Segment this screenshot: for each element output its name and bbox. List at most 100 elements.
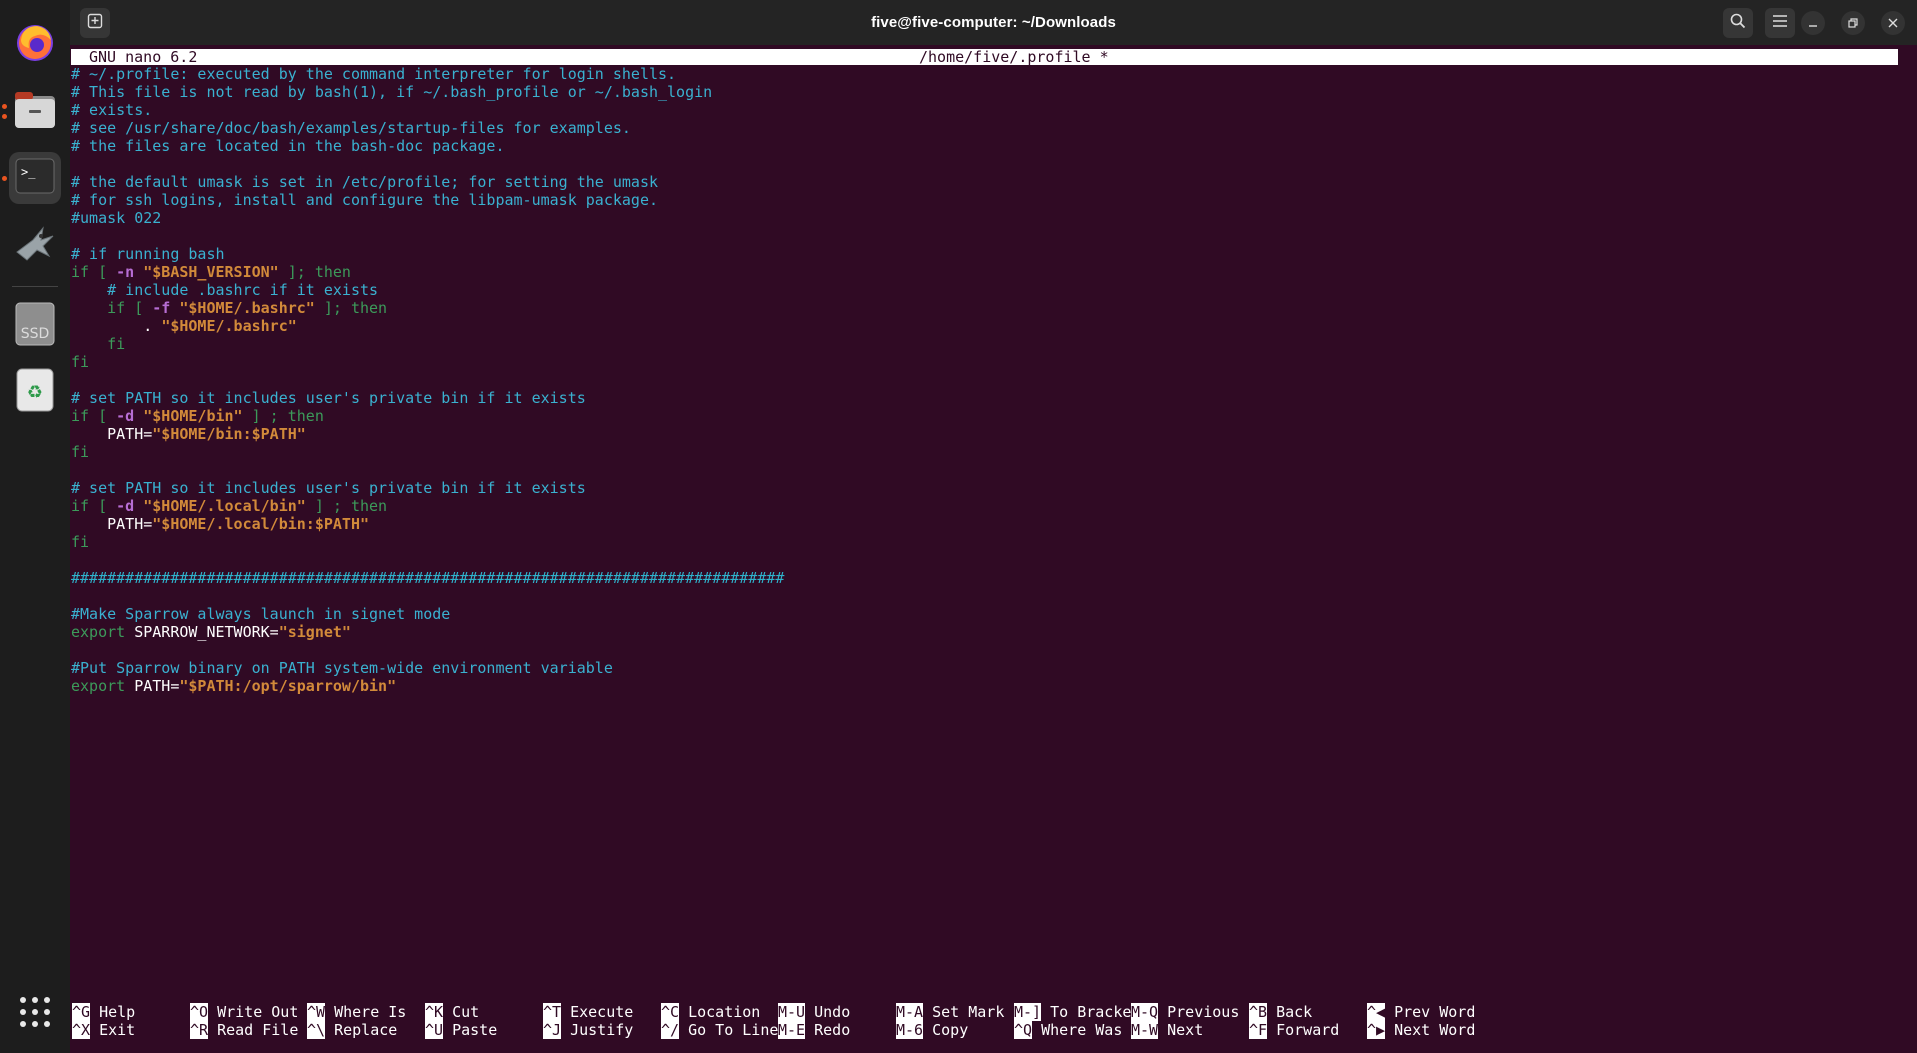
shortcut-label: Exit bbox=[90, 1021, 136, 1039]
editor-line[interactable] bbox=[71, 587, 784, 605]
editor-line[interactable]: # see /usr/share/doc/bash/examples/start… bbox=[71, 119, 784, 137]
shortcut-key: ^J bbox=[543, 1021, 562, 1039]
menu-button[interactable] bbox=[1765, 8, 1795, 38]
shortcut-label: Write Out bbox=[208, 1003, 299, 1021]
editor-line[interactable]: if [ -f "$HOME/.bashrc" ]; then bbox=[71, 299, 784, 317]
editor-line[interactable]: #umask 022 bbox=[71, 209, 784, 227]
shortcut-label: To Bracket bbox=[1041, 1003, 1141, 1021]
editor-line[interactable]: #Put Sparrow binary on PATH system-wide … bbox=[71, 659, 784, 677]
sparrow-launcher[interactable] bbox=[9, 220, 61, 272]
shortcut-redo: M-E Redo bbox=[778, 1021, 850, 1039]
editor-line[interactable]: # This file is not read by bash(1), if ~… bbox=[71, 83, 784, 101]
editor-line[interactable]: # set PATH so it includes user's private… bbox=[71, 389, 784, 407]
editor-line[interactable] bbox=[71, 641, 784, 659]
editor-buffer[interactable]: # ~/.profile: executed by the command in… bbox=[71, 65, 784, 695]
editor-line[interactable]: # the files are located in the bash-doc … bbox=[71, 137, 784, 155]
code-token: fi bbox=[71, 353, 90, 371]
code-token: fi bbox=[71, 335, 126, 353]
show-apps-button[interactable] bbox=[9, 988, 61, 1040]
shortcut-next: M-W Next bbox=[1131, 1021, 1203, 1039]
shortcut-label: Copy bbox=[923, 1021, 969, 1039]
search-button[interactable] bbox=[1723, 8, 1753, 38]
shortcut-prev-word: ^◀ Prev Word bbox=[1367, 1003, 1475, 1021]
terminal-area[interactable]: GNU nano 6.2 /home/five/.profile * # ~/.… bbox=[70, 45, 1917, 1053]
editor-line[interactable]: fi bbox=[71, 335, 784, 353]
editor-line[interactable]: #Make Sparrow always launch in signet mo… bbox=[71, 605, 784, 623]
shortcut-key: ^/ bbox=[661, 1021, 680, 1039]
editor-line[interactable]: # include .bashrc if it exists bbox=[71, 281, 784, 299]
editor-line[interactable] bbox=[71, 551, 784, 569]
editor-line[interactable]: export PATH="$PATH:/opt/sparrow/bin" bbox=[71, 677, 784, 695]
code-token: -d bbox=[116, 497, 135, 515]
shortcut-key: M-6 bbox=[896, 1021, 924, 1039]
minimize-button[interactable] bbox=[1801, 11, 1825, 35]
trash-launcher[interactable]: ♻ bbox=[9, 366, 61, 418]
firefox-launcher[interactable] bbox=[9, 18, 61, 70]
shortcut-label: Where Was bbox=[1032, 1021, 1123, 1039]
shortcut-cut: ^K Cut bbox=[425, 1003, 479, 1021]
editor-line[interactable]: PATH="$HOME/.local/bin:$PATH" bbox=[71, 515, 784, 533]
shortcut-key: ^O bbox=[190, 1003, 209, 1021]
svg-text:SSD: SSD bbox=[21, 326, 50, 342]
files-launcher[interactable] bbox=[2, 86, 61, 138]
code-token: if [ bbox=[71, 497, 117, 515]
editor-line[interactable] bbox=[71, 371, 784, 389]
restore-button[interactable] bbox=[1841, 11, 1865, 35]
code-token: "$HOME/.local/bin" bbox=[143, 497, 306, 515]
close-button[interactable] bbox=[1881, 11, 1905, 35]
terminal-scrollbar[interactable] bbox=[1907, 45, 1917, 1053]
code-token: "$BASH_VERSION" bbox=[143, 263, 279, 281]
code-token: export bbox=[71, 623, 126, 641]
shortcut-key: M-U bbox=[778, 1003, 806, 1021]
editor-line[interactable] bbox=[71, 155, 784, 173]
nano-title-bar: GNU nano 6.2 /home/five/.profile * bbox=[71, 49, 1898, 65]
shortcut-key: ^T bbox=[543, 1003, 562, 1021]
editor-line[interactable]: # the default umask is set in /etc/profi… bbox=[71, 173, 784, 191]
editor-line[interactable]: fi bbox=[71, 353, 784, 371]
code-token: # ~/.profile: executed by the command in… bbox=[71, 65, 677, 83]
code-token: fi bbox=[71, 443, 90, 461]
ssd-drive-launcher[interactable]: SSD bbox=[9, 300, 61, 352]
shortcut-copy: M-6 Copy bbox=[896, 1021, 968, 1039]
firefox-icon bbox=[13, 20, 57, 68]
editor-line[interactable]: # ~/.profile: executed by the command in… bbox=[71, 65, 784, 83]
shortcut-label: Redo bbox=[805, 1021, 851, 1039]
shortcut-key: ^U bbox=[425, 1021, 444, 1039]
editor-line[interactable]: # exists. bbox=[71, 101, 784, 119]
editor-line[interactable] bbox=[71, 227, 784, 245]
editor-line[interactable]: ########################################… bbox=[71, 569, 784, 587]
nano-shortcut-bar: ^G Help ^X Exit ^O Write Out ^R Read File ^W… bbox=[71, 1003, 1911, 1043]
shortcut-label: Undo bbox=[805, 1003, 851, 1021]
shortcut-set-mark: M-A Set Mark bbox=[896, 1003, 1004, 1021]
editor-line[interactable]: if [ -d "$HOME/.local/bin" ] ; then bbox=[71, 497, 784, 515]
shortcut-where-is: ^W Where Is bbox=[307, 1003, 406, 1021]
editor-line[interactable]: . "$HOME/.bashrc" bbox=[71, 317, 784, 335]
code-token: ] ; then bbox=[305, 497, 388, 515]
shortcut-label: Previous bbox=[1158, 1003, 1240, 1021]
shortcut-label: Help bbox=[90, 1003, 136, 1021]
shortcut-previous: M-Q Previous bbox=[1131, 1003, 1239, 1021]
editor-line[interactable] bbox=[71, 461, 784, 479]
editor-line[interactable]: fi bbox=[71, 443, 784, 461]
editor-line[interactable]: export SPARROW_NETWORK="signet" bbox=[71, 623, 784, 641]
editor-line[interactable]: # set PATH so it includes user's private… bbox=[71, 479, 784, 497]
shortcut-back: ^B Back bbox=[1249, 1003, 1312, 1021]
shortcut-key: ^F bbox=[1249, 1021, 1268, 1039]
editor-line[interactable]: # for ssh logins, install and configure … bbox=[71, 191, 784, 209]
shortcut-key: ^▶ bbox=[1367, 1021, 1386, 1039]
code-token: if [ bbox=[71, 263, 117, 281]
code-token: # see /usr/share/doc/bash/examples/start… bbox=[71, 119, 631, 137]
shortcut-location: ^C Location bbox=[661, 1003, 760, 1021]
code-token: -d bbox=[116, 407, 135, 425]
editor-line[interactable]: if [ -n "$BASH_VERSION" ]; then bbox=[71, 263, 784, 281]
editor-line[interactable]: if [ -d "$HOME/bin" ] ; then bbox=[71, 407, 784, 425]
editor-line[interactable]: PATH="$HOME/bin:$PATH" bbox=[71, 425, 784, 443]
shortcut-key: ^C bbox=[661, 1003, 680, 1021]
editor-line[interactable]: fi bbox=[71, 533, 784, 551]
editor-line[interactable]: # if running bash bbox=[71, 245, 784, 263]
code-token: # set PATH so it includes user's private… bbox=[71, 479, 586, 497]
shortcut-forward: ^F Forward bbox=[1249, 1021, 1339, 1039]
terminal-launcher[interactable]: >_ bbox=[2, 152, 61, 204]
code-token: "$HOME/.local/bin:$PATH" bbox=[152, 515, 370, 533]
shortcut-key: ^B bbox=[1249, 1003, 1268, 1021]
